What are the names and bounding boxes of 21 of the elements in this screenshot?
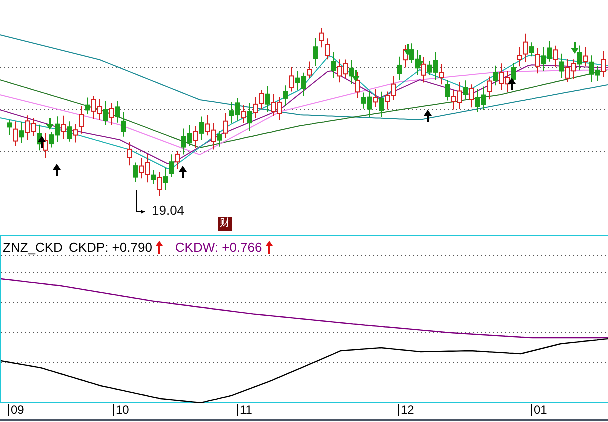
indicator-value: CKDW: +0.766 — [175, 239, 262, 257]
up-arrow-icon — [38, 136, 46, 148]
axis-label: 09 — [8, 404, 24, 416]
leader-line — [136, 190, 146, 214]
up-arrow-icon — [53, 164, 61, 176]
down-arrow-icon — [352, 70, 360, 82]
axis-label: 12 — [398, 404, 414, 416]
up-arrow-icon — [179, 166, 187, 178]
up-arrow-icon — [424, 110, 432, 122]
down-arrow-icon — [416, 55, 424, 67]
up-arrow-icon — [508, 78, 516, 90]
indicator-name: ZNZ_CKD — [3, 239, 63, 257]
axis-label: 10 — [113, 404, 130, 416]
down-arrow-icon — [404, 44, 412, 56]
axis-label: 01 — [531, 404, 548, 416]
down-arrow-icon — [46, 118, 54, 130]
axis-label: 11 — [237, 404, 252, 416]
down-arrow-icon — [571, 42, 579, 54]
low-price-label: 19.04 — [152, 204, 185, 217]
indicator-value: CKDP: +0.790 — [68, 239, 152, 257]
finance-badge[interactable]: 财 — [218, 217, 232, 231]
